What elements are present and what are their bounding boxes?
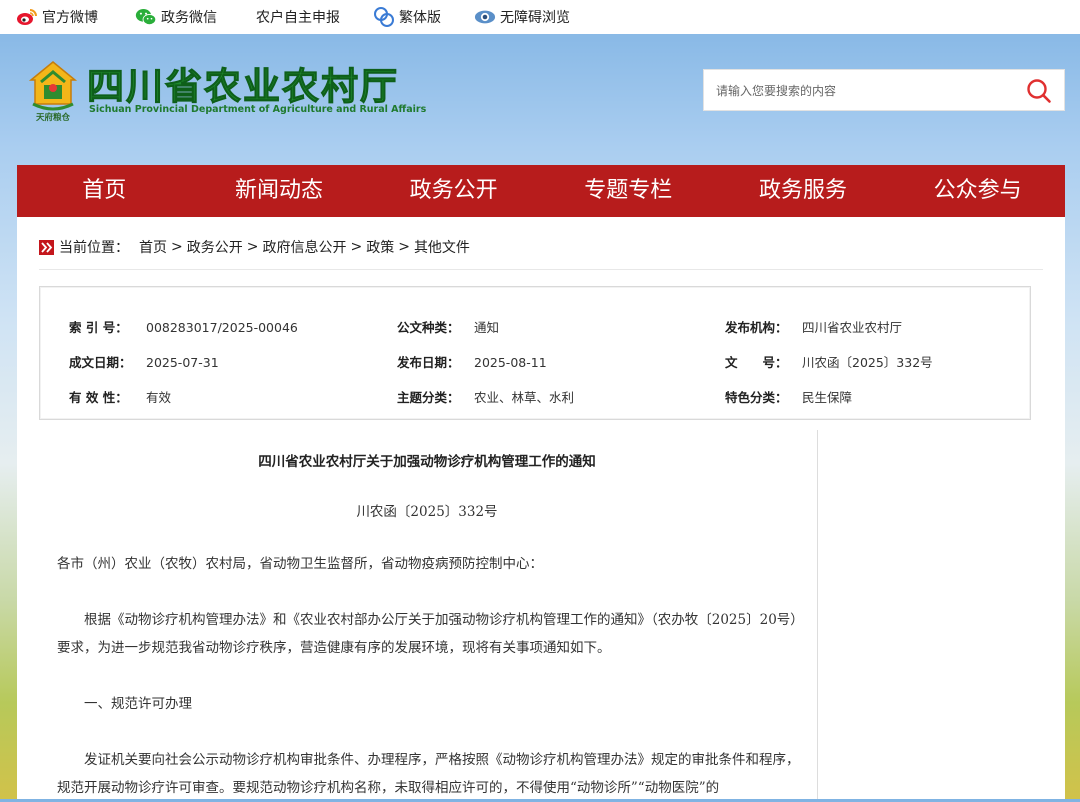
nav-gov-affairs[interactable]: 政务公开 [366,165,541,217]
article-paragraph: 发证机关要向社会公示动物诊疗机构审批条件、办理程序，严格按照《动物诊疗机构管理办… [57,752,800,796]
article-doc-no: 川农函〔2025〕332号 [356,504,498,520]
article-paragraph: 根据《动物诊疗机构管理办法》和《农业农村部办公厅关于加强动物诊疗机构管理工作的通… [57,612,798,656]
wechat-icon [135,6,157,28]
traditional-label: 繁体版 [399,10,441,26]
article-section-heading: 一、规范许可办理 [57,696,192,712]
article-title: 四川省农业农村厅关于加强动物诊疗机构管理工作的通知 [258,454,596,470]
breadcrumb-label: 当前位置： [59,240,129,256]
wechat-link[interactable]: 政务微信 [135,0,217,34]
document-metadata: 索 引 号： 008283017/2025-00046 公文种类： 通知 发布机构：… [39,286,1031,420]
meta-index-no: 索 引 号： 008283017/2025-00046 [69,320,298,335]
site-subtitle: Sichuan Provincial Department of Agricul… [89,104,427,115]
breadcrumb-item-home[interactable]: 首页 [139,237,167,257]
nav-participation[interactable]: 公众参与 [890,165,1065,217]
site-logo[interactable]: 天府粮仓 四川省农业农村厅 Sichuan Provincial Departm… [27,58,426,124]
search-box [703,69,1065,112]
eye-icon [474,6,496,28]
breadcrumb-separator: > [350,239,363,255]
search-icon [1027,79,1051,103]
emblem-text: 天府粮仓 [36,112,71,123]
nav-services[interactable]: 政务服务 [716,165,891,217]
search-input[interactable] [704,70,1018,112]
granary-emblem-icon: 天府粮仓 [28,61,78,123]
main-nav: 首页 新闻动态 政务公开 专题专栏 政务服务 公众参与 [17,165,1065,217]
breadcrumb-item-other-docs[interactable]: 其他文件 [414,237,470,257]
accessible-link[interactable]: 无障碍浏览 [474,0,570,34]
traditional-link[interactable]: 繁体版 [373,0,441,34]
accessible-label: 无障碍浏览 [500,10,570,26]
double-chevron-right-icon [39,239,54,255]
breadcrumb-item-policy[interactable]: 政策 [366,237,394,257]
breadcrumb-separator: > [246,239,259,255]
top-bar: 官方微博 政务微信 农户自主申报 繁体版 无障碍浏览 [0,0,1080,34]
weibo-icon [16,6,38,28]
divider [39,269,1043,270]
breadcrumb-separator: > [171,239,183,255]
search-button[interactable] [1026,78,1052,104]
meta-doc-no: 文 号： 川农函〔2025〕332号 [725,355,933,370]
traditional-chinese-icon [373,6,395,28]
declare-label: 农户自主申报 [256,10,340,26]
declare-link[interactable]: 农户自主申报 [256,0,340,34]
breadcrumb-separator: > [398,239,410,255]
breadcrumb: 当前位置： 首页 > 政务公开 > 政府信息公开 > 政策 > 其他文件 [39,237,470,257]
breadcrumb-item-gov-affairs[interactable]: 政务公开 [187,237,243,257]
nav-home[interactable]: 首页 [17,165,192,217]
meta-published-date: 发布日期： 2025-08-11 [397,355,547,370]
meta-topic: 主题分类： 农业、林草、水利 [397,390,575,405]
meta-doc-type: 公文种类： 通知 [397,320,500,335]
wechat-label: 政务微信 [161,10,217,26]
meta-feature: 特色分类： 民生保障 [725,390,853,405]
weibo-link[interactable]: 官方微博 [16,0,98,34]
site-title: 四川省农业农村厅 [87,65,399,109]
content-panel: 当前位置： 首页 > 政务公开 > 政府信息公开 > 政策 > 其他文件 索 引… [17,217,1065,799]
weibo-label: 官方微博 [42,10,98,26]
meta-validity: 有 效 性： 有效 [69,390,172,405]
meta-publisher: 发布机构： 四川省农业农村厅 [725,320,903,335]
article-addressee: 各市（州）农业（农牧）农村局，省动物卫生监督所，省动物疫病预防控制中心： [57,556,543,572]
article-body: 四川省农业农村厅关于加强动物诊疗机构管理工作的通知 川农函〔2025〕332号 … [47,430,818,799]
nav-topics[interactable]: 专题专栏 [541,165,716,217]
nav-news[interactable]: 新闻动态 [192,165,367,217]
meta-created-date: 成文日期： 2025-07-31 [69,355,219,370]
breadcrumb-item-gov-info[interactable]: 政府信息公开 [262,237,346,257]
